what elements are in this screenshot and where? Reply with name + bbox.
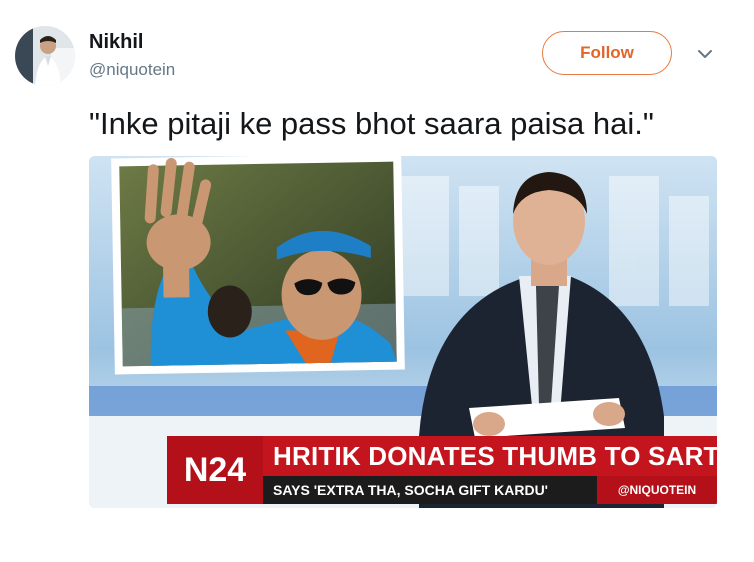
news-lower-third: N24 HRITIK DONATES THUMB TO SARTAJ SAYS … [167, 436, 717, 504]
chevron-down-icon[interactable] [695, 44, 715, 64]
channel-logo: N24 [167, 436, 263, 504]
news-headline: HRITIK DONATES THUMB TO SARTAJ [263, 436, 717, 476]
avatar-photo [15, 26, 75, 86]
user-handle[interactable]: @niquotein [89, 60, 175, 80]
tweet-media[interactable]: N24 HRITIK DONATES THUMB TO SARTAJ SAYS … [89, 156, 717, 508]
tweet-text: "Inke pitaji ke pass bhot saara paisa ha… [89, 106, 654, 141]
news-subline: SAYS 'EXTRA THA, SOCHA GIFT KARDU' [263, 476, 597, 504]
follow-button[interactable]: Follow [542, 31, 672, 75]
news-credit: @NIQUOTEIN [597, 476, 717, 504]
display-name[interactable]: Nikhil [89, 31, 143, 54]
avatar[interactable] [15, 26, 75, 86]
